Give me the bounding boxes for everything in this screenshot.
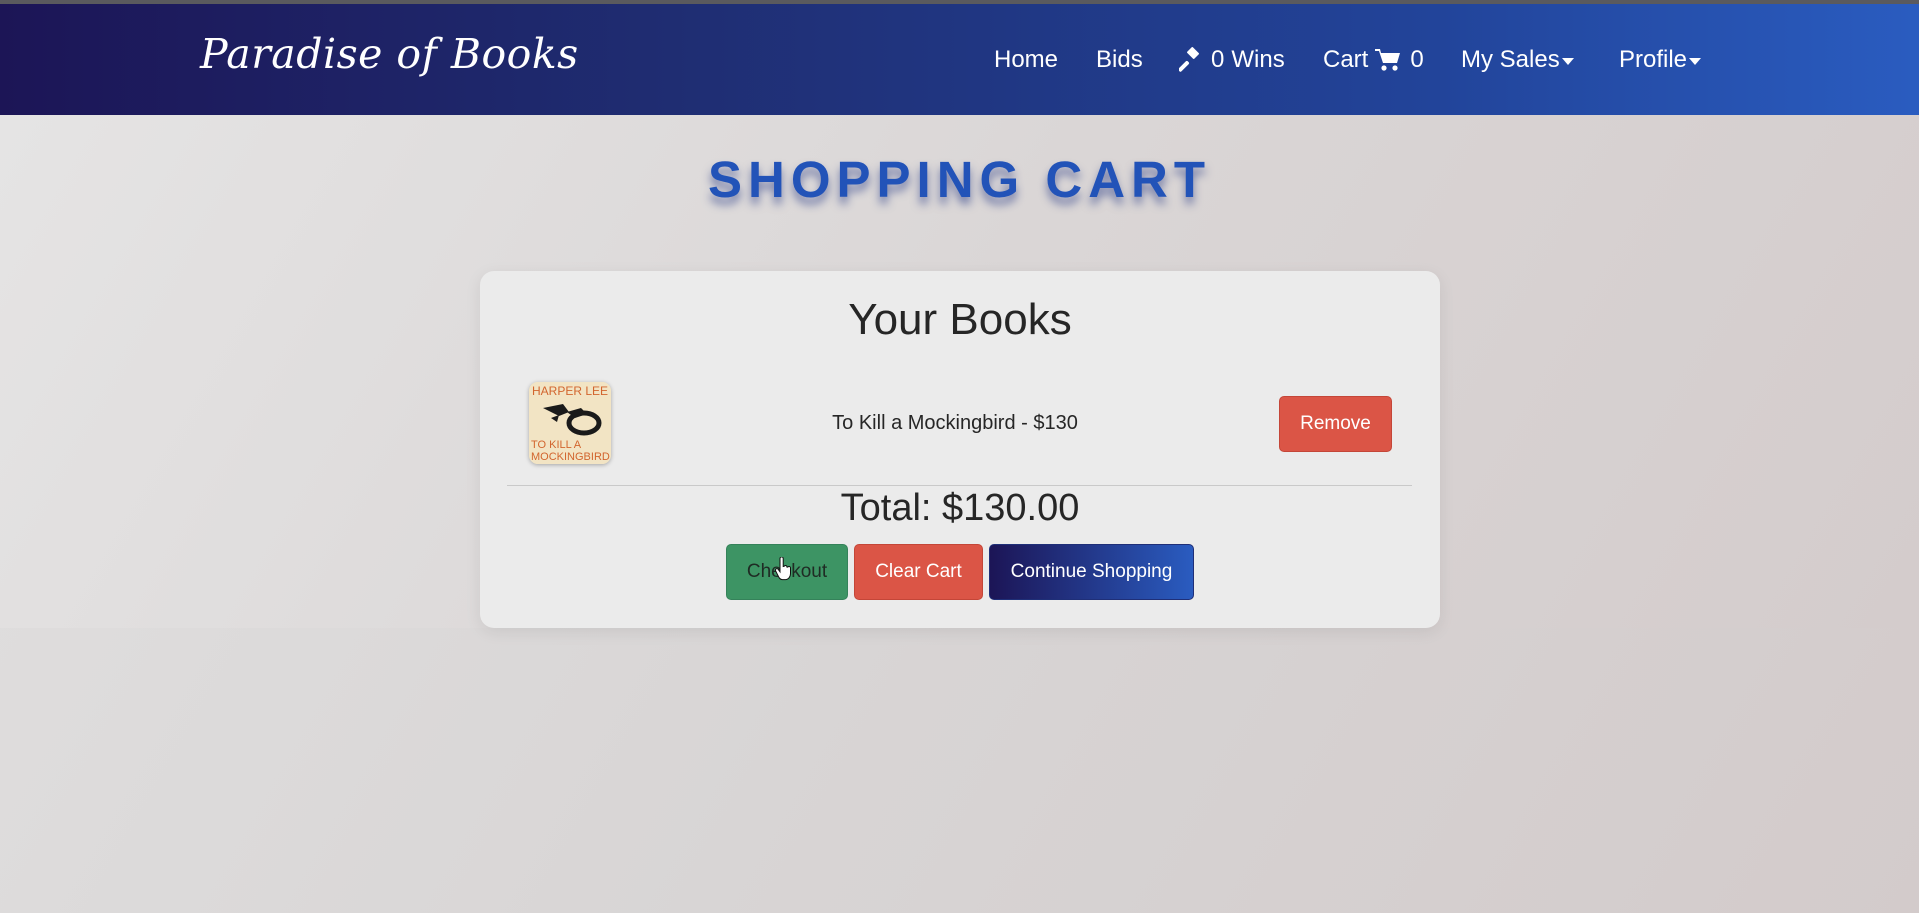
wins-count: 0 (1211, 46, 1225, 73)
cart-count: 0 (1410, 46, 1424, 73)
book-cover-image: HARPER LEE TO KILL A MOCKINGBIRD (529, 382, 611, 464)
nav-my-sales-label: My Sales (1461, 46, 1560, 73)
continue-shopping-button[interactable]: Continue Shopping (989, 544, 1194, 600)
clear-cart-button[interactable]: Clear Cart (854, 544, 983, 600)
nav-bids-label: Bids (1096, 46, 1143, 73)
wins-label: Wins (1231, 46, 1285, 73)
cart-item-title-price: To Kill a Mockingbird - $130 (832, 412, 1078, 434)
nav-wins[interactable]: 0 Wins (1179, 46, 1285, 74)
cart-total: Total: $130.00 (840, 487, 1080, 529)
caret-down-icon (1689, 57, 1702, 65)
cover-title-line1: TO KILL A (531, 439, 582, 451)
cover-title-line2: MOCKINGBIRD (531, 451, 610, 463)
gavel-icon (1179, 47, 1205, 73)
cart-heading: Your Books (848, 295, 1072, 344)
caret-down-icon (1561, 57, 1574, 65)
divider (507, 485, 1412, 486)
nav-cart[interactable]: Cart 0 (1323, 46, 1424, 74)
checkout-button[interactable]: Checkout (726, 544, 848, 600)
brand-logo[interactable]: Paradise of Books (200, 30, 579, 78)
remove-button[interactable]: Remove (1279, 396, 1392, 452)
navbar: Paradise of Books Home Bids 0 Wins Cart (0, 4, 1919, 115)
page-title: SHOPPING CART (707, 151, 1212, 208)
nav-profile[interactable]: Profile (1619, 46, 1702, 74)
cart-label: Cart (1323, 46, 1369, 73)
cart-card: Your Books HARPER LEE TO KILL A MOCKINGB… (480, 271, 1440, 628)
nav-bids[interactable]: Bids (1096, 46, 1143, 74)
nav-my-sales[interactable]: My Sales (1461, 46, 1574, 74)
nav-profile-label: Profile (1619, 46, 1688, 73)
cover-author: HARPER LEE (532, 384, 608, 398)
nav-home-label: Home (994, 46, 1059, 73)
nav-home[interactable]: Home (994, 46, 1058, 74)
shopping-cart-icon (1374, 47, 1402, 73)
